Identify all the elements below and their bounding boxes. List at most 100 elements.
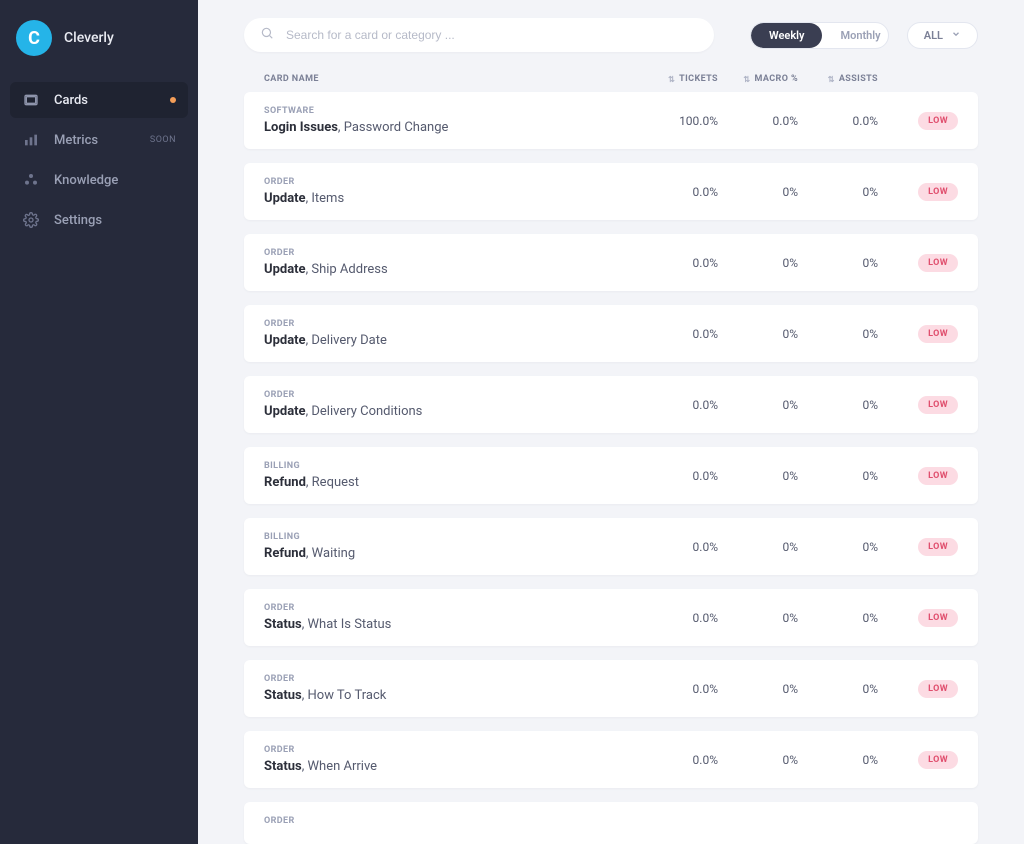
sort-icon: ⇅	[743, 75, 750, 84]
priority-cell: LOW	[878, 751, 958, 769]
sidebar: C Cleverly Cards Metrics SOON	[0, 0, 198, 844]
macro-value: 0%	[718, 682, 798, 696]
card-name-cell: ORDERStatus, What Is Status	[264, 603, 638, 632]
sidebar-item-cards[interactable]: Cards	[10, 82, 188, 118]
card-name-cell: SOFTWARELogin Issues, Password Change	[264, 106, 638, 135]
priority-badge: LOW	[918, 183, 958, 201]
card-category: ORDER	[264, 816, 638, 826]
macro-value: 0%	[718, 753, 798, 767]
tickets-value: 0.0%	[638, 682, 718, 696]
card-category: ORDER	[264, 745, 638, 755]
card-category: ORDER	[264, 248, 638, 258]
tickets-value: 0.0%	[638, 753, 718, 767]
macro-value: 0%	[718, 327, 798, 341]
table-row[interactable]: ORDERStatus, What Is Status0.0%0%0%LOW	[244, 589, 978, 646]
card-title: Update, Ship Address	[264, 262, 638, 277]
brand-name: Cleverly	[64, 30, 114, 46]
metrics-icon	[22, 132, 40, 148]
card-category: ORDER	[264, 319, 638, 329]
brand-logo: C	[16, 20, 52, 56]
table-row[interactable]: ORDERUpdate, Items0.0%0%0%LOW	[244, 163, 978, 220]
card-name-cell: ORDER Update, Items	[264, 177, 638, 206]
column-card-name[interactable]: CARD NAME	[264, 74, 638, 84]
card-title: Update, Delivery Conditions	[264, 404, 638, 419]
priority-badge: LOW	[918, 467, 958, 485]
priority-badge: LOW	[918, 751, 958, 769]
card-title: Status, When Arrive	[264, 759, 638, 774]
priority-badge: LOW	[918, 396, 958, 414]
card-name-cell: ORDER Update, Ship Address	[264, 248, 638, 277]
sidebar-item-knowledge[interactable]: Knowledge	[10, 162, 188, 198]
assists-value: 0%	[798, 682, 878, 696]
assists-value: 0%	[798, 327, 878, 341]
sidebar-item-settings[interactable]: Settings	[10, 202, 188, 238]
topbar: Weekly Monthly ALL	[244, 18, 978, 52]
sidebar-item-label: Cards	[54, 93, 88, 108]
macro-value: 0.0%	[718, 114, 798, 128]
sidebar-item-label: Metrics	[54, 133, 98, 148]
priority-cell: LOW	[878, 112, 958, 130]
tickets-value: 0.0%	[638, 611, 718, 625]
nav: Cards Metrics SOON Knowledge S	[10, 82, 188, 238]
assists-value: 0%	[798, 753, 878, 767]
priority-badge: LOW	[918, 609, 958, 627]
card-title: Refund, Waiting	[264, 546, 638, 561]
column-tickets[interactable]: ⇅TICKETS	[638, 74, 718, 84]
search-icon	[260, 26, 274, 44]
macro-value: 0%	[718, 185, 798, 199]
assists-value: 0%	[798, 398, 878, 412]
table-row[interactable]: ORDERUpdate, Ship Address0.0%0%0%LOW	[244, 234, 978, 291]
priority-badge: LOW	[918, 325, 958, 343]
column-macro[interactable]: ⇅MACRO %	[718, 74, 798, 84]
search-bar[interactable]	[244, 18, 714, 52]
card-category: SOFTWARE	[264, 106, 638, 116]
tickets-value: 0.0%	[638, 398, 718, 412]
card-title: Status, What Is Status	[264, 617, 638, 632]
priority-badge: LOW	[918, 538, 958, 556]
priority-cell: LOW	[878, 254, 958, 272]
assists-value: 0%	[798, 185, 878, 199]
notification-dot-icon	[170, 97, 176, 103]
filter-dropdown[interactable]: ALL	[907, 22, 978, 49]
settings-icon	[22, 212, 40, 228]
table-row[interactable]: ORDERUpdate, Delivery Conditions0.0%0%0%…	[244, 376, 978, 433]
table-row[interactable]: ORDERUpdate, Delivery Date0.0%0%0%LOW	[244, 305, 978, 362]
card-category: BILLING	[264, 461, 638, 471]
card-name-cell: ORDERUpdate, Delivery Date	[264, 319, 638, 348]
priority-cell: LOW	[878, 467, 958, 485]
sidebar-item-metrics[interactable]: Metrics SOON	[10, 122, 188, 158]
sort-icon: ⇅	[668, 75, 675, 84]
card-category: BILLING	[264, 532, 638, 542]
table-row[interactable]: ORDERStatus, When Arrive0.0%0%0%LOW	[244, 731, 978, 788]
tickets-value: 0.0%	[638, 256, 718, 270]
macro-value: 0%	[718, 469, 798, 483]
assists-value: 0%	[798, 256, 878, 270]
priority-badge: LOW	[918, 254, 958, 272]
toggle-weekly[interactable]: Weekly	[751, 23, 822, 48]
card-title: Update, Items	[264, 191, 638, 206]
tickets-value: 0.0%	[638, 540, 718, 554]
priority-cell: LOW	[878, 183, 958, 201]
filter-label: ALL	[924, 29, 943, 42]
soon-badge: SOON	[150, 135, 176, 145]
tickets-value: 0.0%	[638, 327, 718, 341]
macro-value: 0%	[718, 256, 798, 270]
priority-badge: LOW	[918, 680, 958, 698]
table-row[interactable]: ORDERStatus, How To Track0.0%0%0%LOW	[244, 660, 978, 717]
table-header: CARD NAME ⇅TICKETS ⇅MACRO % ⇅ASSISTS	[244, 74, 978, 92]
table-row[interactable]: BILLINGRefund, Waiting0.0%0%0%LOW	[244, 518, 978, 575]
table-row[interactable]: SOFTWARELogin Issues, Password Change100…	[244, 92, 978, 149]
priority-cell: LOW	[878, 396, 958, 414]
column-assists[interactable]: ⇅ASSISTS	[798, 74, 878, 84]
toggle-monthly[interactable]: Monthly	[822, 23, 888, 48]
chevron-down-icon	[951, 29, 961, 42]
search-input[interactable]	[286, 28, 698, 42]
table-row[interactable]: BILLINGRefund, Request0.0%0%0%LOW	[244, 447, 978, 504]
knowledge-icon	[22, 172, 40, 188]
card-category: ORDER	[264, 177, 638, 187]
macro-value: 0%	[718, 398, 798, 412]
priority-cell: LOW	[878, 325, 958, 343]
card-name-cell: BILLINGRefund, Request	[264, 461, 638, 490]
table-rows: SOFTWARELogin Issues, Password Change100…	[244, 92, 978, 844]
table-row[interactable]: ORDER	[244, 802, 978, 844]
